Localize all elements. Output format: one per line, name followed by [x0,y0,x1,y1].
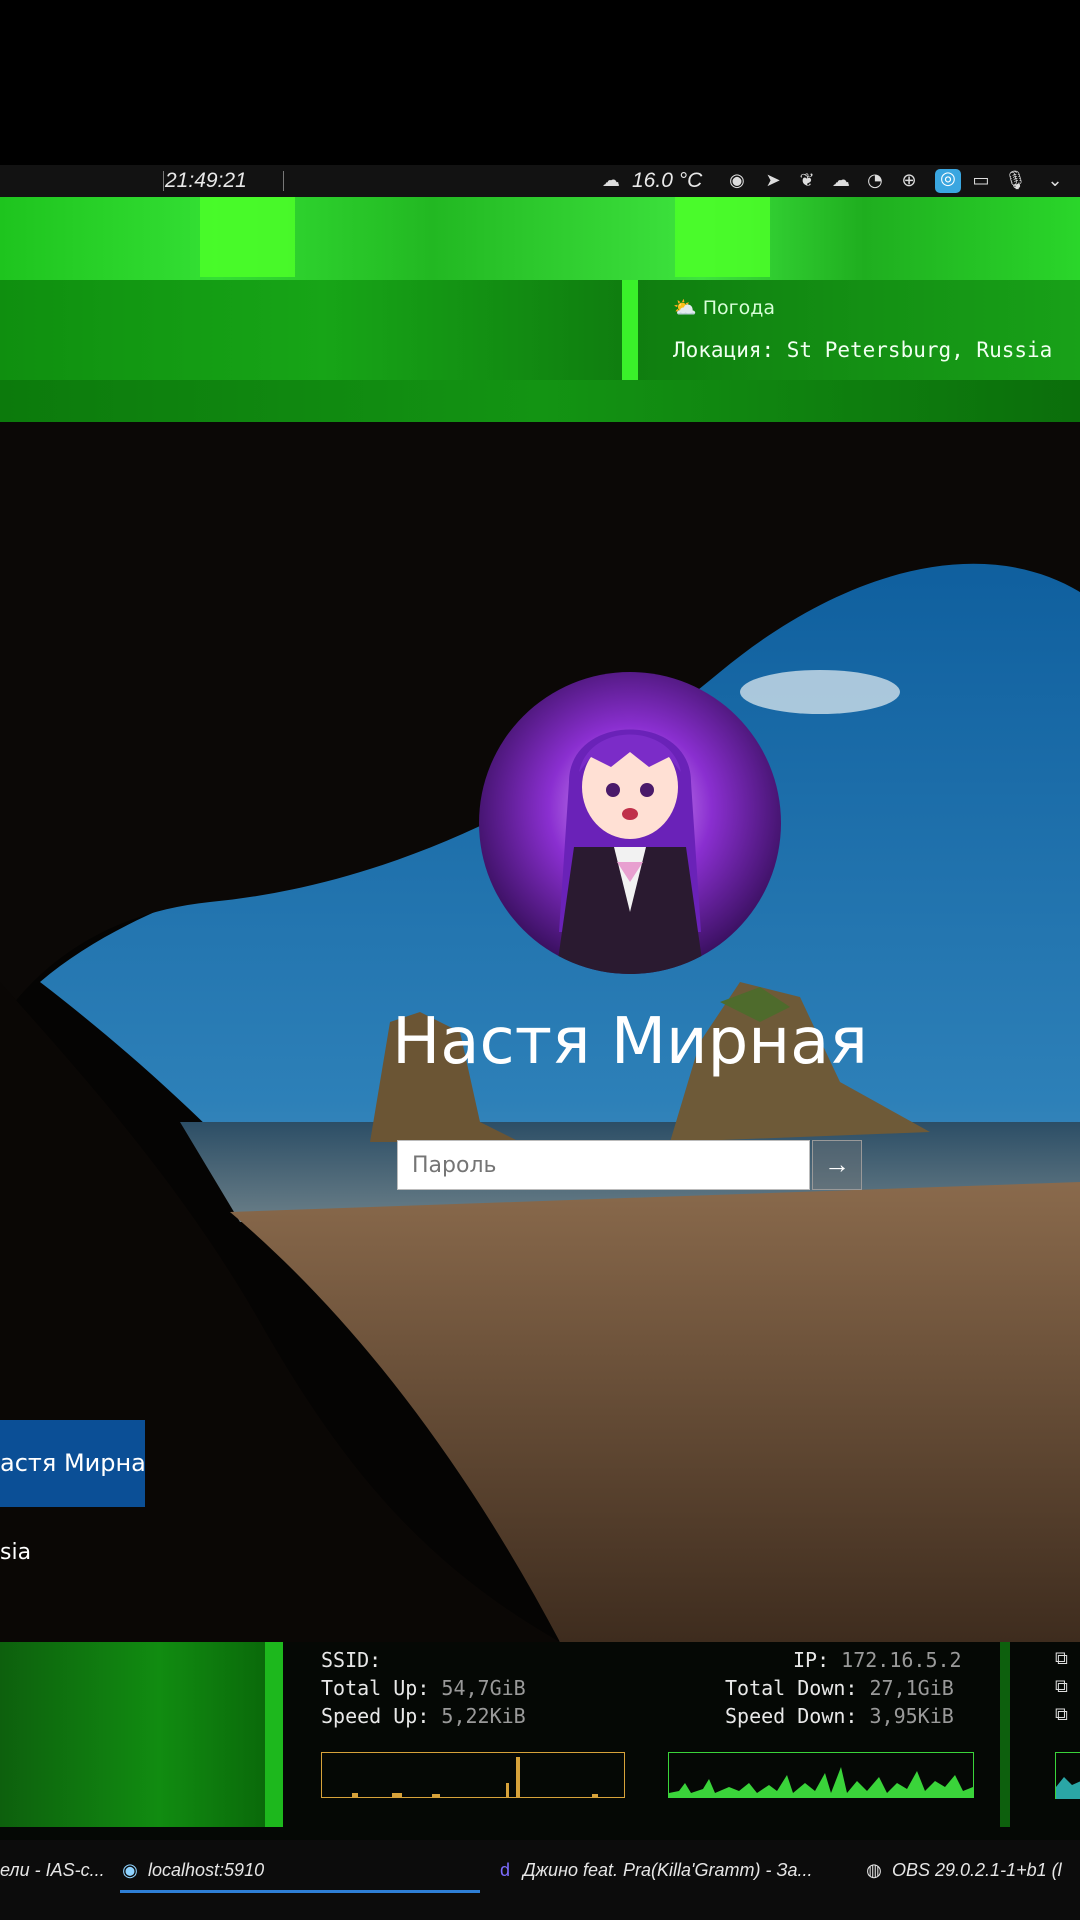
download-sparkline [669,1767,973,1797]
weather-icon[interactable]: ☁ [600,171,622,191]
leaf-icon[interactable]: ❦ [796,171,818,191]
network-label: sia [0,1540,32,1565]
submit-arrow-button[interactable]: → [812,1140,862,1190]
music-app-icon: d [499,1860,510,1880]
temperature-readout[interactable]: 16.0 °C [632,165,702,197]
green-widget-strip [0,197,1080,280]
ip-row: IP: 172.16.5.2 [793,1648,962,1672]
steam-icon[interactable]: ◔ [864,171,886,191]
speed-up-label: Speed Up: [321,1704,430,1728]
ip-label: IP: [793,1648,830,1672]
anime-avatar-image [479,672,781,974]
upload-sparkline [352,1757,598,1797]
username-label: Настя Мирная [392,1005,868,1079]
copy-icon[interactable]: ⧉ [1055,1650,1073,1668]
extra-sparkline [1056,1777,1080,1799]
speed-down-row: Speed Down: 3,95KiB [725,1704,954,1728]
taskbar-item-music[interactable]: d Джино feat. Pra(Killa'Gramm) - За... [495,1850,850,1890]
upload-graph [321,1752,625,1798]
cloud-icon: ⛅ [673,297,703,319]
network-panel: SSID: IP: 172.16.5.2 Total Up: 54,7GiB T… [0,1642,1080,1840]
telegram-icon[interactable]: ➤ [762,171,784,191]
microphone-icon[interactable]: 🎙 [1004,171,1027,191]
discord-icon[interactable]: ◉ [726,171,748,191]
total-up-label: Total Up: [321,1676,430,1700]
cloud-icon[interactable]: ☁ [830,171,852,191]
chevron-down-icon[interactable]: ⌄ [1044,171,1066,191]
user-avatar [479,672,781,974]
taskbar: ели - IAS-c... ◉ localhost:5910 d Джино fe… [0,1840,1080,1920]
speed-up-row: Speed Up: 5,22KiB [321,1704,526,1728]
vnc-icon: ◉ [122,1860,138,1880]
speed-down-label: Speed Down: [725,1704,858,1728]
top-panel: 21:49:21 ☁ 16.0 °C ◉ ➤ ❦ ☁ ◔ ⊕ ◎ ▭ 🎙 ⌄ [0,165,1080,197]
speed-down-value: 3,95KiB [869,1704,954,1728]
weather-title: ⛅ Погода [673,297,776,319]
separator [283,171,284,191]
password-input[interactable] [397,1140,810,1190]
green-panel-bar [265,1642,283,1827]
total-up-row: Total Up: 54,7GiB [321,1676,526,1700]
taskbar-item-ias[interactable]: ели - IAS-c... [0,1850,112,1890]
total-down-row: Total Down: 27,1GiB [725,1676,954,1700]
clock[interactable]: 21:49:21 [165,165,247,197]
obs-icon: ◍ [866,1860,882,1880]
separator [163,171,164,191]
network-icon[interactable]: ⊕ [898,171,920,191]
copy-icon[interactable]: ⧉ [1055,1706,1073,1724]
extra-graph [1055,1752,1080,1799]
visualizer-block [675,197,770,277]
ssid-label: SSID: [321,1648,382,1672]
copy-icon[interactable]: ⧉ [1055,1678,1073,1696]
terminal-icon[interactable]: ▭ [970,171,992,191]
download-graph [668,1752,974,1798]
total-down-label: Total Down: [725,1676,858,1700]
taskbar-item-localhost[interactable]: ◉ localhost:5910 [120,1850,480,1893]
total-up-value: 54,7GiB [441,1676,526,1700]
green-panel-left [0,1642,265,1827]
user-switch-tile[interactable]: астя Мирная [0,1420,145,1507]
speed-up-value: 5,22KiB [441,1704,526,1728]
weather-location: Локация: St Petersburg, Russia [673,338,1053,362]
green-strip [0,380,1080,422]
panel-divider [622,280,638,380]
green-panel-right [1000,1642,1010,1827]
taskbar-item-obs[interactable]: ◍ OBS 29.0.2.1-1+b1 (l [864,1850,1080,1890]
app-icon[interactable]: ◎ [935,169,961,193]
ip-value: 172.16.5.2 [841,1648,962,1672]
arrow-right-icon: → [824,1149,850,1179]
visualizer-block [200,197,295,277]
total-down-value: 27,1GiB [869,1676,954,1700]
